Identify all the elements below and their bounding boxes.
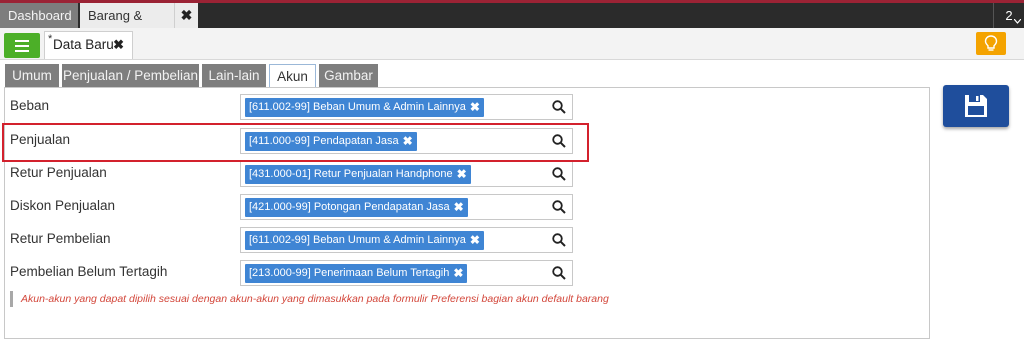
- document-tab-data-baru[interactable]: * Data Baru ✖: [44, 31, 133, 59]
- retur-penjualan-account-field[interactable]: [431.000-01] Retur Penjualan Handphone ✖: [240, 161, 573, 187]
- diskon-penjualan-account-field[interactable]: [421.000-99] Potongan Pendapatan Jasa ✖: [240, 194, 573, 220]
- list-icon[interactable]: [4, 33, 40, 58]
- tab-akun[interactable]: Akun: [269, 64, 316, 88]
- remove-icon[interactable]: ✖: [457, 165, 467, 184]
- search-icon[interactable]: [551, 166, 567, 182]
- remove-icon[interactable]: ✖: [453, 264, 463, 283]
- label-diskon-penjualan: Diskon Penjualan: [10, 198, 116, 213]
- selected-account-chip: [421.000-99] Potongan Pendapatan Jasa ✖: [245, 198, 468, 217]
- chip-label: [611.002-99] Beban Umum & Admin Lainnya: [249, 101, 466, 113]
- selected-account-chip: [611.002-99] Beban Umum & Admin Lainnya ✖: [245, 98, 484, 117]
- retur-pembelian-account-field[interactable]: [611.002-99] Beban Umum & Admin Lainnya ✖: [240, 227, 573, 253]
- chip-label: [611.002-99] Beban Umum & Admin Lainnya: [249, 234, 466, 246]
- highlight-box-penjualan: [2, 123, 589, 162]
- tab-barang-jasa[interactable]: Barang & Jasa: [80, 3, 174, 48]
- remove-icon[interactable]: ✖: [470, 98, 480, 117]
- tab-dashboard[interactable]: Dashboard: [0, 3, 78, 28]
- close-tab-icon[interactable]: ✖: [174, 3, 198, 28]
- chevron-down-icon: [1014, 19, 1021, 24]
- selected-account-chip: [431.000-01] Retur Penjualan Handphone ✖: [245, 165, 471, 184]
- remove-icon[interactable]: ✖: [454, 198, 464, 217]
- remove-icon[interactable]: ✖: [470, 231, 480, 250]
- chip-label: [213.000-99] Penerimaan Belum Tertagih: [249, 267, 450, 279]
- tab-penjualan-pembelian[interactable]: Penjualan / Pembelian: [62, 64, 199, 87]
- close-icon[interactable]: ✖: [113, 32, 124, 58]
- document-tab-bar: [0, 28, 1024, 60]
- chip-label: [421.000-99] Potongan Pendapatan Jasa: [249, 201, 450, 213]
- label-retur-pembelian: Retur Pembelian: [10, 231, 111, 246]
- search-icon[interactable]: [551, 265, 567, 281]
- document-tab-title: Data Baru: [53, 37, 114, 52]
- info-note: Akun-akun yang dapat dipilih sesuai deng…: [10, 291, 609, 307]
- floppy-disk-icon: [965, 95, 987, 117]
- chip-label: [431.000-01] Retur Penjualan Handphone: [249, 168, 453, 180]
- label-retur-penjualan: Retur Penjualan: [10, 165, 107, 180]
- search-icon[interactable]: [551, 232, 567, 248]
- search-icon[interactable]: [551, 199, 567, 215]
- label-pembelian-belum-tertagih: Pembelian Belum Tertagih: [10, 264, 168, 279]
- label-beban: Beban: [10, 98, 50, 113]
- beban-account-field[interactable]: [611.002-99] Beban Umum & Admin Lainnya ✖: [240, 94, 573, 120]
- selected-account-chip: [213.000-99] Penerimaan Belum Tertagih ✖: [245, 264, 468, 283]
- tab-gambar[interactable]: Gambar: [319, 64, 378, 87]
- window-count: 2: [1005, 8, 1013, 23]
- tab-umum[interactable]: Umum: [5, 64, 59, 87]
- unsaved-marker: *: [48, 33, 53, 45]
- selected-account-chip: [611.002-99] Beban Umum & Admin Lainnya ✖: [245, 231, 484, 250]
- tab-lain-lain[interactable]: Lain-lain: [202, 64, 266, 87]
- pembelian-belum-tertagih-account-field[interactable]: [213.000-99] Penerimaan Belum Tertagih ✖: [240, 260, 573, 286]
- lightbulb-icon[interactable]: [976, 32, 1006, 55]
- save-button[interactable]: [943, 85, 1009, 127]
- window-count-badge[interactable]: 2: [993, 3, 1024, 28]
- search-icon[interactable]: [551, 99, 567, 115]
